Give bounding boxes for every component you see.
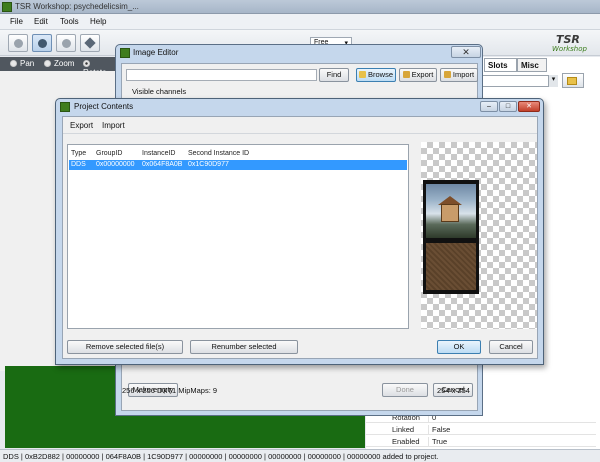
ok-button[interactable]: OK: [437, 340, 481, 354]
property-key: Enabled: [392, 437, 420, 446]
wood-texture-image: [426, 243, 476, 290]
maximize-button[interactable]: □: [499, 101, 517, 112]
menu-file[interactable]: File: [10, 17, 23, 26]
menu-help[interactable]: Help: [90, 17, 106, 26]
circle-icon: [38, 39, 47, 48]
project-contents-menu: Export Import: [63, 117, 537, 134]
menu-edit[interactable]: Edit: [34, 17, 48, 26]
menu-import[interactable]: Import: [102, 121, 125, 130]
find-button[interactable]: Find: [319, 68, 349, 82]
import-label: Import: [452, 70, 475, 79]
circle-icon: [14, 39, 23, 48]
app-icon: [2, 2, 12, 12]
close-button[interactable]: ✕: [451, 46, 481, 58]
main-titlebar: TSR Workshop: psychedelicsim_...: [0, 0, 600, 14]
project-contents-title: Project Contents: [74, 102, 134, 111]
remove-selected-button[interactable]: Remove selected file(s): [67, 340, 183, 354]
texture-preview: [421, 142, 537, 329]
texture-info: 256 x 256 DXT1 MipMaps: 9: [122, 386, 218, 395]
texture-size: 254 x 254: [437, 386, 470, 395]
image-editor-title: Image Editor: [133, 48, 179, 57]
property-key: Linked: [392, 425, 415, 434]
cell-type: DDS: [71, 161, 86, 168]
radio-pan[interactable]: Pan: [10, 59, 34, 68]
property-value: True: [428, 437, 447, 446]
radio-zoom-label: Zoom: [54, 59, 75, 68]
folder-icon: [567, 77, 577, 85]
project-contents-titlebar[interactable]: Project Contents – □ ✕: [56, 99, 543, 117]
property-row[interactable]: Enabled True: [366, 436, 596, 447]
tab-slots[interactable]: Slots: [484, 58, 517, 72]
done-button[interactable]: Done: [382, 383, 428, 397]
table-row[interactable]: DDS 0x00000000 0x064F8A0B 0x1C90D977: [69, 160, 407, 170]
export-button[interactable]: Export: [399, 68, 437, 82]
texture-thumbnail: [423, 180, 479, 294]
folder-button[interactable]: [562, 73, 584, 88]
window-title: TSR Workshop: psychedelicsim_...: [15, 2, 139, 11]
tool-button-3[interactable]: [56, 34, 76, 52]
radio-pan-label: Pan: [20, 59, 35, 68]
cell-second-instance-id: 0x1C90D977: [188, 161, 229, 168]
renumber-selected-button[interactable]: Renumber selected: [190, 340, 298, 354]
property-row[interactable]: Linked False: [366, 424, 596, 435]
import-button[interactable]: Import: [440, 68, 478, 82]
folder-icon: [358, 71, 366, 78]
browse-button[interactable]: Browse: [356, 68, 396, 82]
close-button[interactable]: ✕: [518, 101, 540, 112]
radio-zoom[interactable]: Zoom: [44, 59, 74, 68]
project-contents-body: Export Import Type GroupID InstanceID Se…: [62, 116, 538, 359]
minimize-button[interactable]: –: [480, 101, 498, 112]
painting-image: [426, 184, 476, 238]
tsr-logo: TSR Workshop: [548, 33, 592, 53]
cancel-button[interactable]: Cancel: [489, 340, 533, 354]
project-file-list[interactable]: Type GroupID InstanceID Second Instance …: [67, 144, 409, 329]
property-grid: Rotation 0 Linked False Enabled True: [366, 412, 596, 450]
right-panel-dropdown[interactable]: [482, 75, 558, 87]
column-header-type[interactable]: Type: [71, 150, 86, 157]
logo-bottom-text: Workshop: [552, 45, 587, 53]
export-label: Export: [411, 70, 434, 79]
tool-button-1[interactable]: [8, 34, 28, 52]
tab-misc[interactable]: Misc: [517, 58, 547, 72]
column-header-groupid[interactable]: GroupID: [96, 150, 122, 157]
browse-label: Browse: [367, 70, 393, 79]
radio-indicator: [44, 60, 51, 67]
import-icon: [443, 71, 451, 78]
cell-instance-id: 0x064F8A0B: [142, 161, 183, 168]
property-value: False: [428, 425, 450, 434]
cell-group-id: 0x00000000: [96, 161, 135, 168]
radio-indicator: [10, 60, 17, 67]
house-shape: [441, 204, 459, 222]
tool-button-4[interactable]: [80, 34, 100, 52]
view-mode-bar: Pan Zoom Rotate: [0, 57, 116, 77]
column-header-instanceid[interactable]: InstanceID: [142, 150, 175, 157]
visible-channels-label: Visible channels: [132, 87, 187, 96]
main-menubar: File Edit Tools Help: [0, 14, 600, 30]
project-contents-dialog: Project Contents – □ ✕ Export Import Typ…: [55, 98, 544, 365]
app-icon: [120, 48, 130, 58]
status-bar: DDS | 0xB2D882 | 00000000 | 064F8A0B | 1…: [0, 449, 600, 462]
image-editor-titlebar[interactable]: Image Editor ✕: [116, 45, 482, 61]
chevron-down-icon[interactable]: ▾: [548, 75, 558, 87]
app-icon: [60, 102, 70, 112]
tool-button-2[interactable]: [32, 34, 52, 52]
diamond-icon: [84, 37, 96, 49]
export-icon: [402, 71, 410, 78]
column-header-second-instanceid[interactable]: Second Instance ID: [188, 150, 249, 157]
file-path-input[interactable]: [126, 69, 317, 81]
menu-tools[interactable]: Tools: [60, 17, 79, 26]
circle-icon: [62, 39, 71, 48]
menu-export[interactable]: Export: [70, 121, 93, 130]
radio-indicator: [83, 60, 90, 67]
